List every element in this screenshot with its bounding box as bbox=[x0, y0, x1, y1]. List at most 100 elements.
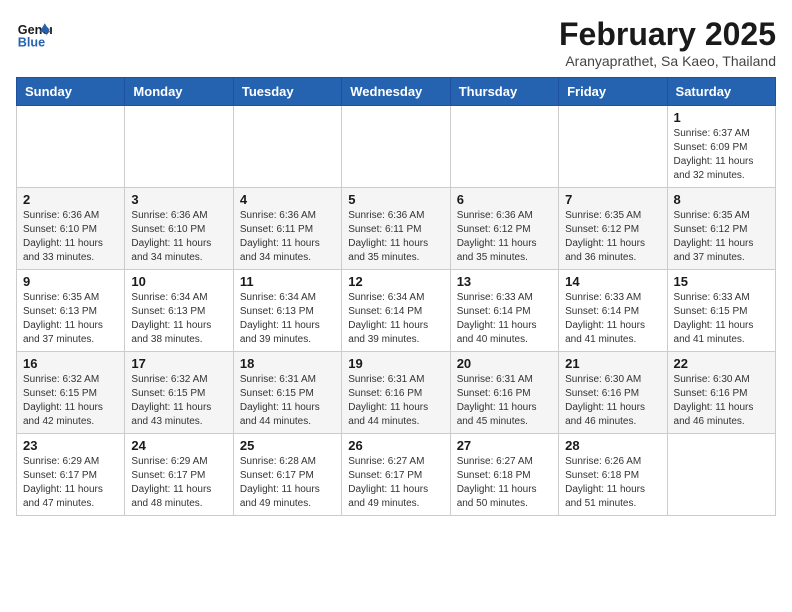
calendar-cell: 18 Sunrise: 6:31 AM Sunset: 6:15 PM Dayli… bbox=[233, 352, 341, 434]
calendar-week-5: 23 Sunrise: 6:29 AM Sunset: 6:17 PM Dayli… bbox=[17, 434, 776, 516]
day-number: 27 bbox=[457, 438, 552, 453]
day-info: Sunrise: 6:36 AM Sunset: 6:11 PM Dayligh… bbox=[348, 209, 443, 265]
calendar-cell: 9Sunrise: 6:35 AM Sunset: 6:13 PM Daylig… bbox=[17, 270, 125, 352]
weekday-header-friday: Friday bbox=[559, 78, 667, 106]
day-number: 12 bbox=[348, 274, 443, 289]
calendar-cell bbox=[667, 434, 775, 516]
day-number: 14 bbox=[565, 274, 660, 289]
calendar-cell: 1Sunrise: 6:37 AM Sunset: 6:09 PM Daylig… bbox=[667, 106, 775, 188]
weekday-header-wednesday: Wednesday bbox=[342, 78, 450, 106]
calendar-cell: 6 Sunrise: 6:36 AM Sunset: 6:12 PM Daylig… bbox=[450, 188, 558, 270]
day-number: 7 bbox=[565, 192, 660, 207]
day-info: Sunrise: 6:33 AM Sunset: 6:14 PM Dayligh… bbox=[457, 291, 552, 347]
day-number: 20 bbox=[457, 356, 552, 371]
day-info: Sunrise: 6:36 AM Sunset: 6:12 PM Dayligh… bbox=[457, 209, 552, 265]
day-info: Sunrise: 6:36 AM Sunset: 6:10 PM Dayligh… bbox=[23, 209, 118, 265]
calendar-cell bbox=[342, 106, 450, 188]
day-number: 8 bbox=[674, 192, 769, 207]
day-info: Sunrise: 6:35 AM Sunset: 6:12 PM Dayligh… bbox=[674, 209, 769, 265]
calendar-week-3: 9Sunrise: 6:35 AM Sunset: 6:13 PM Daylig… bbox=[17, 270, 776, 352]
calendar-cell: 3Sunrise: 6:36 AM Sunset: 6:10 PM Daylig… bbox=[125, 188, 233, 270]
calendar-week-4: 16 Sunrise: 6:32 AM Sunset: 6:15 PM Dayli… bbox=[17, 352, 776, 434]
day-info: Sunrise: 6:35 AM Sunset: 6:13 PM Dayligh… bbox=[23, 291, 118, 347]
day-info: Sunrise: 6:31 AM Sunset: 6:16 PM Dayligh… bbox=[457, 373, 552, 429]
calendar-cell: 16 Sunrise: 6:32 AM Sunset: 6:15 PM Dayli… bbox=[17, 352, 125, 434]
day-info: Sunrise: 6:29 AM Sunset: 6:17 PM Dayligh… bbox=[23, 455, 118, 511]
day-number: 15 bbox=[674, 274, 769, 289]
calendar-week-1: 1Sunrise: 6:37 AM Sunset: 6:09 PM Daylig… bbox=[17, 106, 776, 188]
svg-text:Blue: Blue bbox=[18, 36, 45, 50]
day-info: Sunrise: 6:32 AM Sunset: 6:15 PM Dayligh… bbox=[131, 373, 226, 429]
day-info: Sunrise: 6:34 AM Sunset: 6:13 PM Dayligh… bbox=[131, 291, 226, 347]
calendar-cell: 22Sunrise: 6:30 AM Sunset: 6:16 PM Dayli… bbox=[667, 352, 775, 434]
calendar-cell: 7 Sunrise: 6:35 AM Sunset: 6:12 PM Daylig… bbox=[559, 188, 667, 270]
calendar-cell: 24 Sunrise: 6:29 AM Sunset: 6:17 PM Dayli… bbox=[125, 434, 233, 516]
calendar-cell: 27 Sunrise: 6:27 AM Sunset: 6:18 PM Dayli… bbox=[450, 434, 558, 516]
calendar-table: SundayMondayTuesdayWednesdayThursdayFrid… bbox=[16, 77, 776, 516]
calendar-cell bbox=[559, 106, 667, 188]
day-number: 23 bbox=[23, 438, 118, 453]
weekday-header-sunday: Sunday bbox=[17, 78, 125, 106]
day-number: 10 bbox=[131, 274, 226, 289]
day-number: 26 bbox=[348, 438, 443, 453]
day-number: 25 bbox=[240, 438, 335, 453]
calendar-cell: 13 Sunrise: 6:33 AM Sunset: 6:14 PM Dayli… bbox=[450, 270, 558, 352]
weekday-header-monday: Monday bbox=[125, 78, 233, 106]
day-number: 13 bbox=[457, 274, 552, 289]
calendar-cell bbox=[17, 106, 125, 188]
day-number: 28 bbox=[565, 438, 660, 453]
calendar-cell: 14Sunrise: 6:33 AM Sunset: 6:14 PM Dayli… bbox=[559, 270, 667, 352]
calendar-cell bbox=[450, 106, 558, 188]
day-number: 1 bbox=[674, 110, 769, 125]
logo: General Blue bbox=[16, 16, 52, 52]
calendar-cell: 15 Sunrise: 6:33 AM Sunset: 6:15 PM Dayli… bbox=[667, 270, 775, 352]
calendar-cell: 20 Sunrise: 6:31 AM Sunset: 6:16 PM Dayli… bbox=[450, 352, 558, 434]
calendar-cell: 8 Sunrise: 6:35 AM Sunset: 6:12 PM Daylig… bbox=[667, 188, 775, 270]
day-number: 24 bbox=[131, 438, 226, 453]
day-number: 16 bbox=[23, 356, 118, 371]
weekday-header-thursday: Thursday bbox=[450, 78, 558, 106]
calendar-cell bbox=[233, 106, 341, 188]
day-number: 2 bbox=[23, 192, 118, 207]
day-info: Sunrise: 6:35 AM Sunset: 6:12 PM Dayligh… bbox=[565, 209, 660, 265]
day-number: 5 bbox=[348, 192, 443, 207]
logo-icon: General Blue bbox=[16, 16, 52, 52]
day-info: Sunrise: 6:27 AM Sunset: 6:18 PM Dayligh… bbox=[457, 455, 552, 511]
day-number: 3 bbox=[131, 192, 226, 207]
day-info: Sunrise: 6:36 AM Sunset: 6:11 PM Dayligh… bbox=[240, 209, 335, 265]
day-number: 19 bbox=[348, 356, 443, 371]
calendar-cell: 10 Sunrise: 6:34 AM Sunset: 6:13 PM Dayli… bbox=[125, 270, 233, 352]
calendar-cell: 26Sunrise: 6:27 AM Sunset: 6:17 PM Dayli… bbox=[342, 434, 450, 516]
day-number: 4 bbox=[240, 192, 335, 207]
calendar-cell: 21 Sunrise: 6:30 AM Sunset: 6:16 PM Dayli… bbox=[559, 352, 667, 434]
day-info: Sunrise: 6:31 AM Sunset: 6:15 PM Dayligh… bbox=[240, 373, 335, 429]
calendar-cell: 4 Sunrise: 6:36 AM Sunset: 6:11 PM Daylig… bbox=[233, 188, 341, 270]
day-info: Sunrise: 6:32 AM Sunset: 6:15 PM Dayligh… bbox=[23, 373, 118, 429]
weekday-header-row: SundayMondayTuesdayWednesdayThursdayFrid… bbox=[17, 78, 776, 106]
location-subtitle: Aranyaprathet, Sa Kaeo, Thailand bbox=[559, 53, 776, 69]
day-info: Sunrise: 6:29 AM Sunset: 6:17 PM Dayligh… bbox=[131, 455, 226, 511]
day-info: Sunrise: 6:30 AM Sunset: 6:16 PM Dayligh… bbox=[674, 373, 769, 429]
page-header: General Blue February 2025 Aranyaprathet… bbox=[16, 16, 776, 69]
day-info: Sunrise: 6:33 AM Sunset: 6:15 PM Dayligh… bbox=[674, 291, 769, 347]
day-info: Sunrise: 6:28 AM Sunset: 6:17 PM Dayligh… bbox=[240, 455, 335, 511]
calendar-cell: 12 Sunrise: 6:34 AM Sunset: 6:14 PM Dayli… bbox=[342, 270, 450, 352]
calendar-cell: 17 Sunrise: 6:32 AM Sunset: 6:15 PM Dayli… bbox=[125, 352, 233, 434]
day-number: 17 bbox=[131, 356, 226, 371]
calendar-cell: 19 Sunrise: 6:31 AM Sunset: 6:16 PM Dayli… bbox=[342, 352, 450, 434]
calendar-week-2: 2 Sunrise: 6:36 AM Sunset: 6:10 PM Daylig… bbox=[17, 188, 776, 270]
day-number: 21 bbox=[565, 356, 660, 371]
calendar-cell: 28Sunrise: 6:26 AM Sunset: 6:18 PM Dayli… bbox=[559, 434, 667, 516]
calendar-cell: 2 Sunrise: 6:36 AM Sunset: 6:10 PM Daylig… bbox=[17, 188, 125, 270]
calendar-cell: 25 Sunrise: 6:28 AM Sunset: 6:17 PM Dayli… bbox=[233, 434, 341, 516]
day-number: 11 bbox=[240, 274, 335, 289]
day-info: Sunrise: 6:34 AM Sunset: 6:13 PM Dayligh… bbox=[240, 291, 335, 347]
day-number: 18 bbox=[240, 356, 335, 371]
day-info: Sunrise: 6:30 AM Sunset: 6:16 PM Dayligh… bbox=[565, 373, 660, 429]
weekday-header-saturday: Saturday bbox=[667, 78, 775, 106]
title-block: February 2025 Aranyaprathet, Sa Kaeo, Th… bbox=[559, 16, 776, 69]
day-info: Sunrise: 6:34 AM Sunset: 6:14 PM Dayligh… bbox=[348, 291, 443, 347]
calendar-cell bbox=[125, 106, 233, 188]
day-number: 6 bbox=[457, 192, 552, 207]
day-info: Sunrise: 6:31 AM Sunset: 6:16 PM Dayligh… bbox=[348, 373, 443, 429]
